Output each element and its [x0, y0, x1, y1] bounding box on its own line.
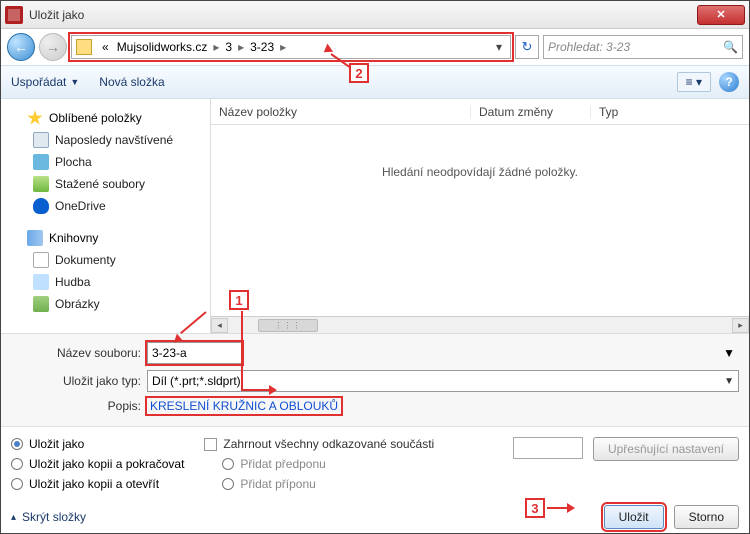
description-input[interactable]: KRESLENÍ KRUŽNIC A OBLOUKŮ — [147, 398, 341, 414]
description-label: Popis: — [11, 399, 141, 413]
tree-item-music[interactable]: Hudba — [5, 271, 206, 293]
options-area: Uložit jako Uložit jako kopii a pokračov… — [1, 426, 749, 501]
refresh-button[interactable]: ↻ — [515, 35, 539, 59]
chevron-down-icon: ▼ — [724, 376, 734, 387]
scroll-right[interactable]: ▸ — [732, 318, 749, 333]
tree-item-documents[interactable]: Dokumenty — [5, 249, 206, 271]
annotation-1: 1 — [229, 290, 249, 310]
folder-icon — [76, 39, 92, 55]
tree-favorites[interactable]: Oblíbené položky — [5, 107, 206, 129]
pictures-icon — [33, 296, 49, 312]
footer: ▴ Skrýt složky Uložit Storno — [1, 501, 749, 533]
search-input[interactable]: Prohledat: 3-23 🔍 — [543, 35, 743, 59]
breadcrumb-item[interactable]: 3-23 — [246, 40, 278, 54]
save-button[interactable]: Uložit — [604, 505, 664, 529]
desktop-icon — [33, 154, 49, 170]
new-folder-button[interactable]: Nová složka — [99, 75, 164, 89]
app-icon — [5, 6, 23, 24]
hide-folders-button[interactable]: Skrýt složky — [22, 510, 86, 524]
search-icon: 🔍 — [723, 40, 738, 54]
filetype-label: Uložit jako typ: — [11, 374, 141, 388]
tree-item-downloads[interactable]: Stažené soubory — [5, 173, 206, 195]
window-title: Uložit jako — [29, 8, 84, 22]
tree-item-desktop[interactable]: Plocha — [5, 151, 206, 173]
music-icon — [33, 274, 49, 290]
checkbox-icon — [204, 438, 217, 451]
empty-message: Hledání neodpovídají žádné položky. — [211, 125, 749, 316]
titlebar: Uložit jako ✕ — [1, 1, 749, 29]
document-icon — [33, 252, 49, 268]
form-area: Název souboru: 3-23-a ▼ Uložit jako typ:… — [1, 333, 749, 426]
folder-tree: Oblíbené položky Naposledy navštívené Pl… — [1, 99, 211, 333]
radio-save-copy-continue[interactable]: Uložit jako kopii a pokračovat — [11, 457, 184, 471]
advanced-button[interactable]: Upřesňující nastavení — [593, 437, 739, 461]
radio-save-copy-open[interactable]: Uložit jako kopii a otevřít — [11, 477, 184, 491]
tree-item-pictures[interactable]: Obrázky — [5, 293, 206, 315]
radio-icon — [11, 458, 23, 470]
onedrive-icon — [33, 198, 49, 214]
chevron-down-icon: ▼ — [70, 77, 79, 87]
annotation-3: 3 — [525, 498, 545, 518]
search-placeholder: Prohledat: 3-23 — [548, 40, 630, 54]
back-button[interactable]: ← — [7, 33, 35, 61]
column-headers: Název položky Datum změny Typ — [211, 99, 749, 125]
breadcrumb-prefix: « — [98, 40, 113, 54]
prefix-suffix-input[interactable] — [513, 437, 583, 459]
radio-icon — [222, 478, 234, 490]
radio-save-as[interactable]: Uložit jako — [11, 437, 184, 451]
annotation-2: 2 — [349, 63, 369, 83]
nav-row: ← → « Mujsolidworks.cz ▸ 3 ▸ 3-23 ▸ ▾ ↻ … — [1, 29, 749, 65]
chevron-down-icon[interactable]: ▼ — [723, 346, 735, 360]
breadcrumb[interactable]: « Mujsolidworks.cz ▸ 3 ▸ 3-23 ▸ ▾ — [71, 35, 511, 59]
radio-icon — [11, 438, 23, 450]
close-button[interactable]: ✕ — [697, 5, 745, 25]
organize-menu[interactable]: Uspořádat ▼ — [11, 75, 79, 89]
file-list: Název položky Datum změny Typ Hledání ne… — [211, 99, 749, 333]
star-icon — [27, 110, 43, 126]
column-date[interactable]: Datum změny — [471, 105, 591, 119]
breadcrumb-item[interactable]: 3 — [221, 40, 236, 54]
body: Oblíbené položky Naposledy navštívené Pl… — [1, 99, 749, 333]
forward-button[interactable]: → — [39, 33, 67, 61]
save-as-dialog: Uložit jako ✕ ← → « Mujsolidworks.cz ▸ 3… — [0, 0, 750, 534]
scrollbar[interactable]: ◂ ⋮⋮⋮ ▸ — [211, 316, 749, 333]
libraries-icon — [27, 230, 43, 246]
view-mode-button[interactable]: ≡ ▾ — [677, 72, 711, 92]
chevron-right-icon: ▸ — [278, 40, 288, 54]
scroll-thumb[interactable]: ⋮⋮⋮ — [258, 319, 318, 332]
chevron-right-icon: ▸ — [236, 40, 246, 54]
filename-input[interactable]: 3-23-a — [147, 342, 242, 364]
checkbox-include-refs[interactable]: Zahrnout všechny odkazované součásti — [204, 437, 434, 451]
filetype-select[interactable]: Díl (*.prt;*.sldprt) ▼ — [147, 370, 739, 392]
chevron-right-icon: ▸ — [211, 40, 221, 54]
help-button[interactable]: ? — [719, 72, 739, 92]
radio-add-suffix: Přidat příponu — [204, 477, 434, 491]
chevron-up-icon: ▴ — [11, 512, 16, 523]
breadcrumb-item[interactable]: Mujsolidworks.cz — [113, 40, 212, 54]
tree-item-onedrive[interactable]: OneDrive — [5, 195, 206, 217]
column-type[interactable]: Typ — [591, 105, 749, 119]
radio-icon — [222, 458, 234, 470]
breadcrumb-dropdown[interactable]: ▾ — [492, 40, 506, 54]
toolbar: Uspořádat ▼ Nová složka ≡ ▾ ? — [1, 65, 749, 99]
recent-icon — [33, 132, 49, 148]
tree-libraries[interactable]: Knihovny — [5, 227, 206, 249]
downloads-icon — [33, 176, 49, 192]
filename-label: Název souboru: — [11, 346, 141, 360]
cancel-button[interactable]: Storno — [674, 505, 739, 529]
tree-item-recent[interactable]: Naposledy navštívené — [5, 129, 206, 151]
radio-icon — [11, 478, 23, 490]
radio-add-prefix: Přidat předponu — [204, 457, 434, 471]
scroll-left[interactable]: ◂ — [211, 318, 228, 333]
column-name[interactable]: Název položky — [211, 105, 471, 119]
